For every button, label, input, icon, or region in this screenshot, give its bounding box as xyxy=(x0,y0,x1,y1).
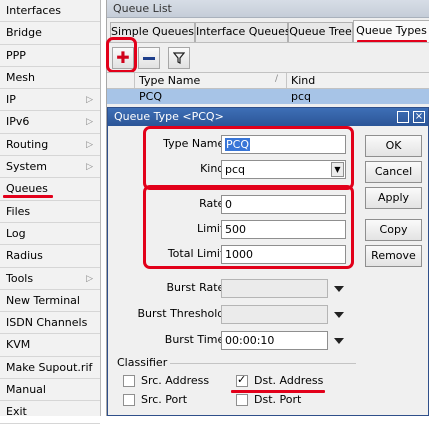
src-address-checkbox[interactable] xyxy=(123,375,135,387)
toolbar: ✚ xyxy=(107,42,429,72)
dialog-titlebar: Queue Type <PCQ> × xyxy=(108,108,428,126)
copy-button[interactable]: Copy xyxy=(365,219,422,241)
sidebar-item-system[interactable]: System ▷ xyxy=(0,156,100,179)
classifier-divider xyxy=(170,363,356,364)
add-button-highlight xyxy=(106,37,137,73)
burst-time-label: Burst Time: xyxy=(164,333,228,346)
ok-button[interactable]: OK xyxy=(365,135,422,157)
dst-address-checkbox[interactable]: ✓ xyxy=(236,373,248,387)
sidebar-item-bridge[interactable]: Bridge xyxy=(0,22,100,45)
sidebar-item-label: Files xyxy=(6,204,31,218)
column-header-type-name[interactable]: Type Name xyxy=(135,73,287,88)
sidebar-menu: Interfaces Bridge PPP Mesh IP ▷ IPv6 ▷ Rou… xyxy=(0,0,101,424)
sidebar-item-label: Exit xyxy=(6,405,27,419)
src-address-label: Src. Address xyxy=(141,374,210,387)
cell-kind: pcq xyxy=(291,90,312,103)
sidebar-item-label: Queues xyxy=(6,182,48,196)
rate-limits-highlight xyxy=(143,185,354,269)
sidebar-item-isdn-channels[interactable]: ISDN Channels xyxy=(0,312,100,335)
sidebar-item-log[interactable]: Log xyxy=(0,223,100,246)
sidebar-item-label: Make Supout.rif xyxy=(6,360,93,374)
sidebar-item-label: Bridge xyxy=(6,26,42,40)
remove-button[interactable]: Remove xyxy=(365,245,422,267)
sort-icon: ∕ xyxy=(275,74,279,84)
chevron-right-icon: ▷ xyxy=(86,117,93,128)
sidebar-item-label: Tools xyxy=(6,271,34,285)
filter-icon xyxy=(173,52,185,64)
sidebar-item-label: Routing xyxy=(6,137,49,151)
maximize-icon[interactable] xyxy=(397,111,409,123)
tab-queue-tree[interactable]: Queue Tree xyxy=(288,22,353,42)
sidebar-item-label: Interfaces xyxy=(6,4,61,17)
sidebar-item-label: IPv6 xyxy=(6,115,30,129)
chevron-right-icon: ▷ xyxy=(86,95,93,106)
sidebar-item-new-terminal[interactable]: New Terminal xyxy=(0,290,100,313)
sidebar-item-ip[interactable]: IP ▷ xyxy=(0,89,100,112)
burst-time-input[interactable]: 00:00:10 xyxy=(221,331,328,350)
sidebar-item-routing[interactable]: Routing ▷ xyxy=(0,134,100,157)
sidebar-item-label: PPP xyxy=(6,48,26,62)
burst-rate-label: Burst Rate: xyxy=(166,281,228,294)
burst-rate-input[interactable] xyxy=(221,279,328,298)
sidebar-item-label: New Terminal xyxy=(6,293,80,307)
expand-arrow-icon[interactable] xyxy=(334,312,344,318)
table-header: Type Name Kind ∕ xyxy=(107,72,429,89)
minus-icon xyxy=(143,56,155,60)
sidebar-item-ppp[interactable]: PPP xyxy=(0,45,100,67)
queue-type-dialog: Queue Type <PCQ> × Type Name: PCQ Kind: … xyxy=(107,107,429,416)
sidebar-item-manual[interactable]: Manual xyxy=(0,379,100,402)
tab-queue-types[interactable]: Queue Types xyxy=(353,20,429,42)
chevron-right-icon: ▷ xyxy=(86,162,93,173)
src-port-label: Src. Port xyxy=(141,393,188,406)
dst-port-label: Dst. Port xyxy=(254,393,302,406)
remove-button[interactable] xyxy=(138,47,160,69)
cancel-button[interactable]: Cancel xyxy=(365,161,422,183)
sidebar-item-make-supout[interactable]: Make Supout.rif xyxy=(0,357,100,380)
sidebar-item-tools[interactable]: Tools ▷ xyxy=(0,268,100,290)
chevron-right-icon: ▷ xyxy=(86,273,93,284)
apply-button[interactable]: Apply xyxy=(365,187,422,209)
burst-threshold-input[interactable] xyxy=(221,305,328,324)
checkmark-icon: ✓ xyxy=(237,373,247,386)
sidebar-item-mesh[interactable]: Mesh xyxy=(0,67,100,90)
queues-highlight-underline xyxy=(3,195,53,198)
sidebar-item-label: IP xyxy=(6,93,16,107)
sidebar-item-exit[interactable]: Exit xyxy=(0,401,100,424)
filter-button[interactable] xyxy=(168,47,190,69)
expand-arrow-icon[interactable] xyxy=(334,286,344,292)
sidebar-item-label: Log xyxy=(6,226,26,240)
dst-address-label: Dst. Address xyxy=(254,374,324,387)
tab-bar: Simple Queues Interface Queues Queue Tre… xyxy=(107,20,429,42)
chevron-right-icon: ▷ xyxy=(86,139,93,150)
dialog-title: Queue Type <PCQ> xyxy=(114,110,224,123)
cell-type-name: PCQ xyxy=(139,90,162,103)
window-title: Queue List xyxy=(107,0,429,18)
sidebar-item-files[interactable]: Files xyxy=(0,201,100,223)
expand-arrow-icon[interactable] xyxy=(334,338,344,344)
close-icon[interactable]: × xyxy=(413,111,425,123)
table-row[interactable]: PCQ pcq xyxy=(107,89,429,104)
column-header-kind[interactable]: Kind xyxy=(287,73,429,88)
sidebar-item-interfaces[interactable]: Interfaces xyxy=(0,0,100,23)
sidebar-item-radius[interactable]: Radius xyxy=(0,245,100,268)
sidebar-item-label: Mesh xyxy=(6,70,35,84)
sidebar-item-kvm[interactable]: KVM xyxy=(0,334,100,357)
dst-port-checkbox[interactable] xyxy=(236,394,248,406)
sidebar-item-label: ISDN Channels xyxy=(6,316,88,330)
src-port-checkbox[interactable] xyxy=(123,394,135,406)
type-kind-highlight xyxy=(143,126,354,190)
classifier-heading: Classifier xyxy=(117,356,168,369)
sidebar-item-label: Radius xyxy=(6,249,43,263)
sidebar-item-label: System xyxy=(6,160,48,174)
tab-interface-queues[interactable]: Interface Queues xyxy=(195,22,291,42)
sidebar-item-label: KVM xyxy=(6,338,31,352)
sidebar-item-ipv6[interactable]: IPv6 ▷ xyxy=(0,111,100,134)
sidebar-item-label: Manual xyxy=(6,383,46,397)
burst-threshold-label: Burst Threshold: xyxy=(137,307,229,320)
